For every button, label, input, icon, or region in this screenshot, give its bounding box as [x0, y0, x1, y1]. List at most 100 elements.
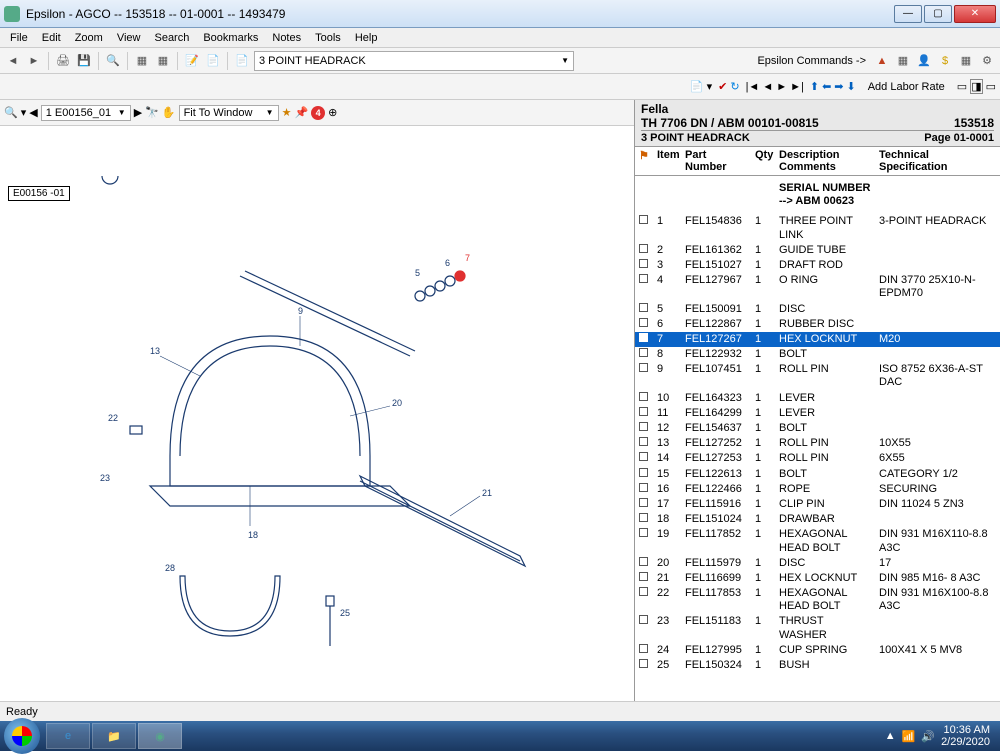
forward-icon[interactable]: ► [25, 52, 43, 70]
table-row[interactable]: 4FEL1279671O RINGDIN 3770 25X10-N-EPDM70 [635, 273, 1000, 301]
row-checkbox[interactable] [639, 498, 648, 507]
next-icon[interactable]: ► [776, 81, 787, 93]
layout1-icon[interactable]: ▭ [957, 80, 967, 93]
alert-badge[interactable]: 4 [311, 106, 325, 120]
table-row[interactable]: 2FEL1613621GUIDE TUBE [635, 243, 1000, 258]
row-checkbox[interactable] [639, 615, 648, 624]
table-row[interactable]: 24FEL1279951CUP SPRING100X41 X 5 MV8 [635, 643, 1000, 658]
table-row[interactable]: 12FEL1546371BOLT [635, 421, 1000, 436]
table-row[interactable]: 19FEL1178521HEXAGONAL HEAD BOLTDIN 931 M… [635, 527, 1000, 555]
tray-volume-icon[interactable]: 🔊 [921, 730, 935, 743]
row-checkbox[interactable] [639, 348, 648, 357]
zoom-combo[interactable]: Fit To Window ▼ [179, 105, 279, 121]
menu-zoom[interactable]: Zoom [69, 30, 109, 46]
taskbar-epsilon[interactable]: ◉ [138, 723, 182, 749]
last-icon[interactable]: ►| [790, 81, 804, 93]
down-icon[interactable]: ⬇ [847, 80, 856, 93]
menu-tools[interactable]: Tools [309, 30, 347, 46]
row-checkbox[interactable] [639, 572, 648, 581]
note-icon[interactable]: 📝 [183, 52, 201, 70]
menu-search[interactable]: Search [148, 30, 195, 46]
row-checkbox[interactable] [639, 483, 648, 492]
prev-icon[interactable]: ◄ [762, 81, 773, 93]
row-checkbox[interactable] [639, 587, 648, 596]
table-row[interactable]: 21FEL1166991HEX LOCKNUTDIN 985 M16- 8 A3… [635, 571, 1000, 586]
table-row[interactable]: 3FEL1510271DRAFT ROD [635, 258, 1000, 273]
table-row[interactable]: 23FEL1511831THRUST WASHER [635, 614, 1000, 642]
tray-flag-icon[interactable]: ▲ [885, 730, 896, 742]
row-checkbox[interactable] [639, 363, 648, 372]
cmd-user-icon[interactable]: 👤 [915, 52, 933, 70]
dropdown-icon[interactable]: ▾ [707, 80, 713, 93]
book-icon[interactable]: ▦ [133, 52, 151, 70]
left-icon[interactable]: ⬅ [822, 80, 831, 93]
col-desc[interactable]: Description Comments [775, 147, 875, 176]
col-part[interactable]: Part Number [681, 147, 751, 176]
layout2-icon[interactable]: ◨ [970, 79, 982, 94]
pin-icon[interactable]: 📌 [294, 106, 308, 119]
table-row[interactable]: 1FEL1548361THREE POINT LINK3-POINT HEADR… [635, 214, 1000, 242]
row-checkbox[interactable] [639, 557, 648, 566]
table-row[interactable]: 10FEL1643231LEVER [635, 391, 1000, 406]
row-checkbox[interactable] [639, 513, 648, 522]
col-item[interactable]: Item [653, 147, 681, 176]
tray-network-icon[interactable]: 📶 [902, 730, 916, 743]
pan-icon[interactable]: ✋ [162, 106, 176, 119]
row-checkbox[interactable] [639, 244, 648, 253]
row-checkbox[interactable] [639, 528, 648, 537]
taskbar-explorer[interactable]: 📁 [92, 723, 136, 749]
col-qty[interactable]: Qty [751, 147, 775, 176]
refresh-icon[interactable]: ↻ [730, 80, 739, 93]
row-checkbox[interactable] [639, 644, 648, 653]
table-row[interactable]: 17FEL1159161CLIP PINDIN 11024 5 ZN3 [635, 497, 1000, 512]
assembly-combo[interactable]: 3 POINT HEADRACK ▼ [254, 51, 574, 71]
menu-bookmarks[interactable]: Bookmarks [197, 30, 264, 46]
dropdown2-icon[interactable]: ▾ [21, 106, 27, 119]
row-checkbox[interactable] [639, 303, 648, 312]
save-icon[interactable]: 💾 [75, 52, 93, 70]
table-row[interactable]: 18FEL1510241DRAWBAR [635, 512, 1000, 527]
row-checkbox[interactable] [639, 659, 648, 668]
row-checkbox[interactable] [639, 215, 648, 224]
up-icon[interactable]: ⬆ [810, 80, 819, 93]
taskbar-ie[interactable]: e [46, 723, 90, 749]
row-checkbox[interactable] [639, 468, 648, 477]
table-row[interactable]: 15FEL1226131BOLTCATEGORY 1/2 [635, 467, 1000, 482]
prev-page-icon[interactable]: ◀ [29, 106, 37, 119]
menu-help[interactable]: Help [349, 30, 384, 46]
layout3-icon[interactable]: ▭ [986, 80, 996, 93]
table-row[interactable]: 14FEL1272531ROLL PIN6X55 [635, 451, 1000, 466]
menu-edit[interactable]: Edit [36, 30, 67, 46]
search-icon[interactable]: 🔍 [104, 52, 122, 70]
minimize-button[interactable]: — [894, 5, 922, 23]
bookmark2-icon[interactable]: ★ [282, 106, 292, 119]
book2-icon[interactable]: ▦ [154, 52, 172, 70]
row-checkbox[interactable] [639, 407, 648, 416]
next-page-icon[interactable]: ▶ [134, 106, 142, 119]
table-row[interactable]: 7FEL1272671HEX LOCKNUTM20 [635, 332, 1000, 347]
diagram-viewport[interactable]: E00156 -01 [0, 126, 634, 701]
doc-combo[interactable]: 1 E00156_01 ▼ [41, 105, 131, 121]
cmd-view-icon[interactable]: ▦ [957, 52, 975, 70]
back-icon[interactable]: ◄ [4, 52, 22, 70]
row-checkbox[interactable] [639, 422, 648, 431]
close-button[interactable]: ✕ [954, 5, 996, 23]
row-checkbox[interactable] [639, 259, 648, 268]
table-row[interactable]: 9FEL1074511ROLL PINISO 8752 6X36-A-ST DA… [635, 362, 1000, 390]
table-row[interactable]: 6FEL1228671RUBBER DISC [635, 317, 1000, 332]
table-row[interactable]: 5FEL1500911DISC [635, 302, 1000, 317]
expand-icon[interactable]: ⊕ [328, 106, 337, 119]
table-row[interactable]: 22FEL1178531HEXAGONAL HEAD BOLTDIN 931 M… [635, 586, 1000, 614]
first-icon[interactable]: |◄ [746, 81, 760, 93]
menu-file[interactable]: File [4, 30, 34, 46]
row-checkbox[interactable] [639, 318, 648, 327]
table-row[interactable]: 25FEL1503241BUSH [635, 658, 1000, 673]
row-checkbox[interactable] [639, 274, 648, 283]
parts-table[interactable]: ⚑ Item Part Number Qty Description Comme… [635, 147, 1000, 701]
col-tech[interactable]: Technical Specification [875, 147, 1000, 176]
start-button[interactable] [4, 718, 40, 754]
table-row[interactable]: 8FEL1229321BOLT [635, 347, 1000, 362]
table-row[interactable]: 16FEL1224661ROPESECURING [635, 482, 1000, 497]
table-row[interactable]: 13FEL1272521ROLL PIN10X55 [635, 436, 1000, 451]
menu-view[interactable]: View [111, 30, 147, 46]
